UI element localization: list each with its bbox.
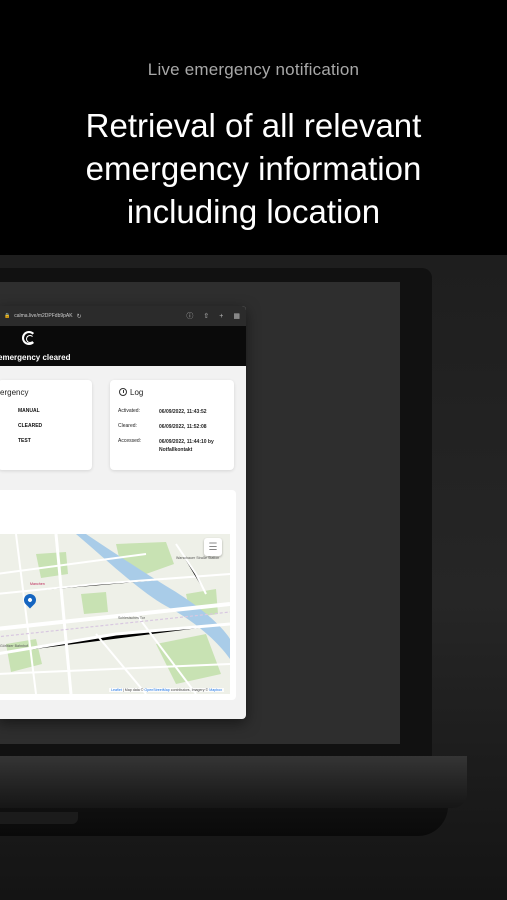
log-label: Accessed: [118,438,142,444]
map-attribution: Leaflet | Map data © OpenStreetMap contr… [109,688,224,692]
share-icon[interactable]: ⇧ [203,312,209,320]
calma-logo-icon [22,331,36,345]
info-cards: ergency MANUAL CLEARED TEST Log Activate… [0,366,246,476]
url-text[interactable]: calma.live/m2DPFdb9pAK [14,313,72,319]
lock-icon: 🔒 [4,313,11,319]
map-label: Görlitzer Bahnhof [0,644,28,648]
map-label: Schlesisches Tor [118,616,145,620]
osm-link[interactable]: OpenStreetMap [144,688,169,692]
emergency-status: CLEARED [18,423,43,429]
info-icon[interactable]: ⓘ [186,311,193,321]
mapbox-link[interactable]: Mapbox [209,688,222,692]
plus-icon[interactable]: + [219,313,223,320]
layers-icon[interactable]: ☰ [204,538,222,556]
app-header: emergency cleared [0,326,246,366]
reload-icon[interactable]: ↻ [77,313,82,320]
headline-line: Retrieval of all relevant [85,107,422,144]
leaflet-link[interactable]: Leaflet [111,688,122,692]
log-value-line: Notfallkontakt [159,447,193,453]
log-value: 06/09/2022, 11:44:10 by Notfallkontakt [159,438,239,454]
emergency-mode: TEST [18,438,31,444]
log-value-line: 06/09/2022, 11:44:10 by [159,439,214,445]
location-map[interactable]: Warschauer Straße Station Schlesisches T… [0,534,230,694]
log-card-title: Log [130,388,144,397]
emergency-type: MANUAL [18,408,40,414]
url-bar[interactable]: 🔒 calma.live/m2DPFdb9pAK ↻ ⓘ ⇧ + ▦ [0,306,246,326]
log-value: 06/09/2022, 11:43:52 [159,409,207,415]
emergency-card-title: ergency [0,388,29,397]
headline-line: including location [126,193,381,230]
clock-icon [119,388,127,396]
status-text: emergency cleared [0,353,71,362]
map-label: Manchen [30,582,45,586]
subtitle: Live emergency notification [147,60,360,79]
headline-line: emergency information [85,150,422,187]
map-card: Warschauer Straße Station Schlesisches T… [0,490,236,700]
tabs-icon[interactable]: ▦ [233,312,240,320]
app-store-screenshot: Live emergency notification Retrieval of… [0,0,507,900]
laptop-notch [0,812,78,824]
emergency-card: ergency MANUAL CLEARED TEST [0,380,92,470]
log-value: 06/09/2022, 11:52:08 [159,424,207,430]
headline: Retrieval of all relevant emergency info… [0,104,507,233]
log-label: Cleared: [118,423,137,429]
browser-window: 🔒 calma.live/m2DPFdb9pAK ↻ ⓘ ⇧ + ▦ emerg… [0,306,246,719]
log-card: Log Activated: 06/09/2022, 11:43:52 Clea… [110,380,234,470]
map-label: Warschauer Straße Station [176,556,220,560]
laptop-base [0,756,467,808]
log-label: Activated: [118,408,140,414]
